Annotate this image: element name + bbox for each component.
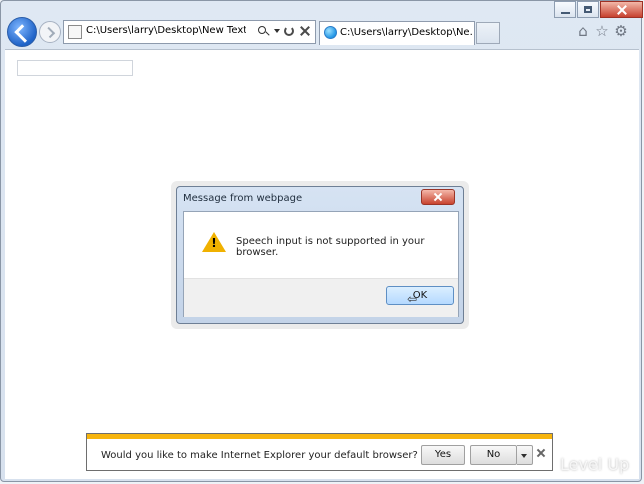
dialog-message: Speech input is not supported in your br… xyxy=(236,236,425,258)
new-tab-button[interactable] xyxy=(476,22,500,44)
search-icon[interactable] xyxy=(258,26,266,34)
address-text: C:\Users\larry\Desktop\New Text Docume xyxy=(86,25,246,36)
refresh-icon[interactable] xyxy=(284,26,294,36)
page-icon xyxy=(68,25,82,39)
no-dropdown-button[interactable] xyxy=(517,445,533,465)
home-icon[interactable]: ⌂ xyxy=(575,23,591,39)
dialog-title: Message from webpage xyxy=(183,193,303,204)
tab-title: C:\Users\larry\Desktop\Ne... xyxy=(340,27,472,38)
dialog-body: ! Speech input is not supported in your … xyxy=(183,211,459,317)
forward-icon[interactable] xyxy=(39,21,61,43)
close-icon[interactable] xyxy=(421,189,455,205)
favorites-icon[interactable]: ☆ xyxy=(594,23,610,39)
default-browser-infobar: Would you like to make Internet Explorer… xyxy=(86,433,553,471)
minimize-button[interactable] xyxy=(554,1,576,18)
tab-active[interactable]: C:\Users\larry\Desktop\Ne... xyxy=(319,21,475,45)
warning-mark: ! xyxy=(211,236,217,250)
infobar-accent xyxy=(87,434,552,439)
watermark-text: Level Up xyxy=(560,455,630,474)
gear-icon[interactable]: ⚙ xyxy=(613,23,629,39)
address-bar[interactable]: C:\Users\larry\Desktop\New Text Docume xyxy=(63,20,316,44)
no-button[interactable]: No xyxy=(470,445,517,465)
stop-icon[interactable] xyxy=(300,25,310,35)
dropdown-icon[interactable] xyxy=(274,29,280,33)
infobar-question: Would you like to make Internet Explorer… xyxy=(101,450,418,461)
close-window-button[interactable] xyxy=(600,1,643,18)
dialog-footer: OK ⇦ xyxy=(184,278,458,317)
speech-input[interactable] xyxy=(17,60,133,76)
maximize-button[interactable] xyxy=(577,1,599,18)
message-dialog: Message from webpage ! Speech input is n… xyxy=(176,186,464,324)
back-icon[interactable] xyxy=(7,17,37,47)
browser-toolbar: C:\Users\larry\Desktop\New Text Docume C… xyxy=(1,1,643,49)
cursor-icon: ⇦ xyxy=(407,292,418,306)
close-icon[interactable] xyxy=(536,448,546,458)
yes-button[interactable]: Yes xyxy=(421,445,465,465)
ie-favicon-icon xyxy=(324,26,337,39)
